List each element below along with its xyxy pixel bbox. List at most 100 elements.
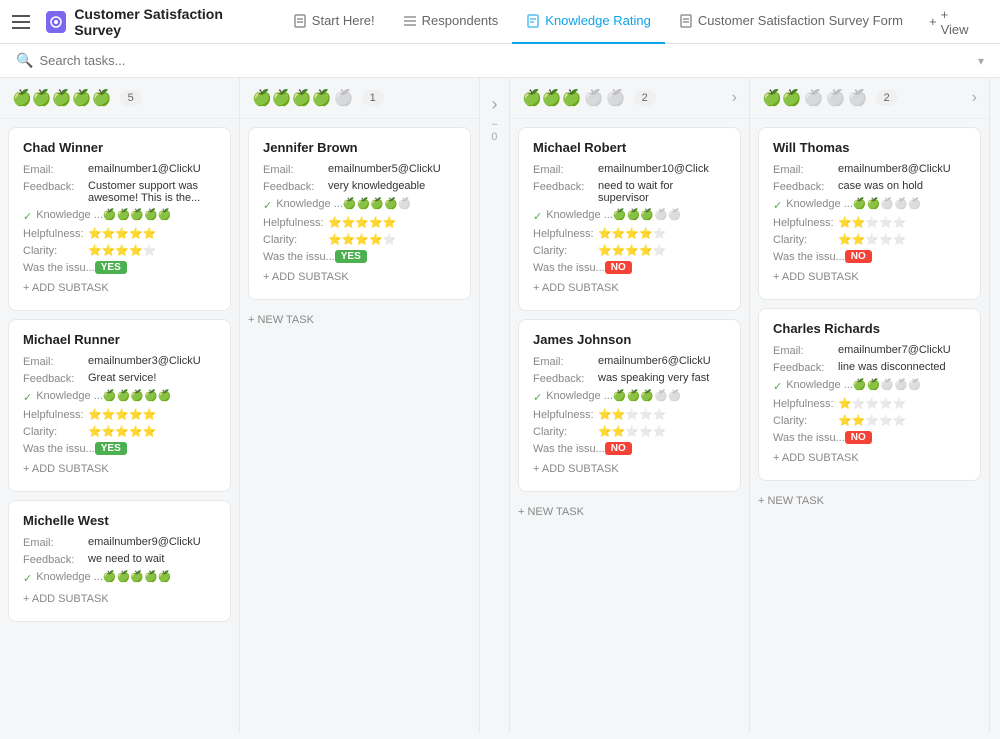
card-label: Helpfulness:: [23, 227, 88, 240]
card-label: Email:: [23, 536, 88, 549]
tilde-indicator: ~0: [491, 119, 497, 143]
card-row: ✓Knowledge ...🍏🍏🍏🍏🍏: [23, 389, 216, 404]
card-value: ⭐⭐⭐⭐⭐: [88, 408, 216, 421]
card-label: Clarity:: [263, 233, 328, 246]
card-row: Clarity:⭐⭐⭐⭐⭐: [23, 425, 216, 438]
card-value: ⭐⭐⭐⭐⭐: [598, 408, 726, 421]
card-row-issue: Was the issu...YES: [23, 442, 216, 455]
add-view-button[interactable]: + + View: [917, 7, 988, 37]
app-icon: [46, 11, 66, 33]
search-icon: 🔍: [16, 52, 33, 69]
card-label: Email:: [773, 163, 838, 176]
card-row: Helpfulness:⭐⭐⭐⭐⭐: [533, 227, 726, 240]
board: 🍏🍏🍏🍏🍏 5 Chad WinnerEmail:emailnumber1@Clic…: [0, 78, 1000, 733]
add-subtask-button[interactable]: + ADD SUBTASK: [23, 459, 216, 479]
tab-respondents[interactable]: Respondents: [389, 0, 513, 44]
card-row: Clarity:⭐⭐⭐⭐⭐: [533, 244, 726, 257]
card-row: Helpfulness:⭐⭐⭐⭐⭐: [773, 216, 966, 229]
issue-badge: NO: [605, 442, 632, 454]
tab-start[interactable]: Start Here!: [279, 0, 389, 44]
check-icon: ✓: [23, 391, 32, 404]
card-value: 🍏🍏🍏🍏🍏: [853, 197, 966, 210]
card-0: Chad WinnerEmail:emailnumber1@ClickUFeed…: [8, 127, 231, 311]
card-label: Clarity:: [23, 244, 88, 257]
card-row: Clarity:⭐⭐⭐⭐⭐: [263, 233, 456, 246]
count-badge-col2: 1: [362, 90, 384, 106]
card-label: Feedback:: [23, 180, 88, 193]
card-row: Helpfulness:⭐⭐⭐⭐⭐: [263, 216, 456, 229]
card-row: Helpfulness:⭐⭐⭐⭐⭐: [23, 408, 216, 421]
collapse-arrow-col4[interactable]: ›: [972, 89, 977, 107]
card-2: Michelle WestEmail:emailnumber9@ClickUFe…: [8, 500, 231, 622]
card-value: emailnumber3@ClickU: [88, 355, 216, 367]
add-subtask-button[interactable]: + ADD SUBTASK: [263, 267, 456, 287]
column-header-col2: 🍏🍏🍏🍏🍏1: [240, 78, 479, 119]
card-value: emailnumber5@ClickU: [328, 163, 456, 175]
card-row: Clarity:⭐⭐⭐⭐⭐: [773, 233, 966, 246]
card-row: Email:emailnumber3@ClickU: [23, 355, 216, 368]
card-title: Will Thomas: [773, 140, 966, 155]
search-input[interactable]: [39, 53, 972, 68]
new-task-button[interactable]: + NEW TASK: [248, 308, 471, 332]
card-row: Clarity:⭐⭐⭐⭐⭐: [533, 425, 726, 438]
tab-start-label: Start Here!: [312, 13, 375, 28]
card-row-issue: Was the issu...YES: [263, 250, 456, 263]
dropdown-icon[interactable]: ▾: [978, 54, 984, 68]
menu-button[interactable]: [12, 8, 38, 36]
card-value: case was on hold: [838, 180, 966, 192]
card-label: Helpfulness:: [533, 227, 598, 240]
apple-rating-col4: 🍏🍏🍏🍏🍏: [762, 88, 868, 108]
card-label: Knowledge ...: [276, 197, 343, 210]
card-row: Email:emailnumber7@ClickU: [773, 344, 966, 357]
add-view-label: + View: [941, 7, 976, 37]
card-label: Feedback:: [263, 180, 328, 193]
card-row: Feedback:Great service!: [23, 372, 216, 385]
card-label: Knowledge ...: [786, 197, 853, 210]
check-icon: ✓: [533, 391, 542, 404]
issue-badge: YES: [335, 250, 367, 262]
card-0: Will ThomasEmail:emailnumber8@ClickUFeed…: [758, 127, 981, 300]
column-col4: 🍏🍏🍏🍏🍏2›Will ThomasEmail:emailnumber8@Cli…: [750, 78, 990, 733]
card-label: Feedback:: [23, 372, 88, 385]
issue-label: Was the issu...: [533, 261, 605, 274]
new-task-button[interactable]: + NEW TASK: [518, 500, 741, 524]
card-value: ⭐⭐⭐⭐⭐: [598, 227, 726, 240]
count-badge-col1: 5: [120, 90, 142, 106]
card-value: ⭐⭐⭐⭐⭐: [838, 233, 966, 246]
card-value: 🍏🍏🍏🍏🍏: [613, 208, 726, 221]
add-subtask-button[interactable]: + ADD SUBTASK: [23, 589, 216, 609]
column-body-col4: Will ThomasEmail:emailnumber8@ClickUFeed…: [750, 119, 989, 733]
collapse-arrow-narrow[interactable]: ›: [492, 94, 498, 115]
card-title: Michael Runner: [23, 332, 216, 347]
tab-form[interactable]: Customer Satisfaction Survey Form: [665, 0, 917, 44]
card-value: ⭐⭐⭐⭐⭐: [838, 216, 966, 229]
apple-rating-col1: 🍏🍏🍏🍏🍏: [12, 88, 112, 108]
new-task-button[interactable]: + NEW TASK: [758, 489, 981, 513]
card-label: Clarity:: [773, 233, 838, 246]
card-value: we need to wait: [88, 553, 216, 565]
add-subtask-button[interactable]: + ADD SUBTASK: [773, 448, 966, 468]
tab-respondents-label: Respondents: [422, 13, 499, 28]
issue-label: Was the issu...: [533, 442, 605, 455]
apple-rating-col3: 🍏🍏🍏🍏🍏: [522, 88, 626, 108]
card-label: Clarity:: [533, 244, 598, 257]
issue-badge: YES: [95, 261, 127, 273]
column-col3: 🍏🍏🍏🍏🍏2›Michael RobertEmail:emailnumber10…: [510, 78, 750, 733]
card-label: Feedback:: [533, 372, 598, 385]
column-col1: 🍏🍏🍏🍏🍏 5 Chad WinnerEmail:emailnumber1@Clic…: [0, 78, 240, 733]
collapse-arrow-col3[interactable]: ›: [732, 89, 737, 107]
column-header-col3: 🍏🍏🍏🍏🍏2›: [510, 78, 749, 119]
app-container: Customer Satisfaction Survey Start Here!…: [0, 0, 1000, 733]
card-row: Helpfulness:⭐⭐⭐⭐⭐: [23, 227, 216, 240]
add-subtask-button[interactable]: + ADD SUBTASK: [533, 278, 726, 298]
card-value: emailnumber9@ClickU: [88, 536, 216, 548]
card-1: James JohnsonEmail:emailnumber6@ClickUFe…: [518, 319, 741, 492]
card-row: ✓Knowledge ...🍏🍏🍏🍏🍏: [533, 208, 726, 223]
add-subtask-button[interactable]: + ADD SUBTASK: [773, 267, 966, 287]
card-value: ⭐⭐⭐⭐⭐: [328, 216, 456, 229]
tab-knowledge[interactable]: Knowledge Rating: [512, 0, 665, 44]
add-subtask-button[interactable]: + ADD SUBTASK: [533, 459, 726, 479]
card-value: was speaking very fast: [598, 372, 726, 384]
card-label: Email:: [533, 355, 598, 368]
add-subtask-button[interactable]: + ADD SUBTASK: [23, 278, 216, 298]
